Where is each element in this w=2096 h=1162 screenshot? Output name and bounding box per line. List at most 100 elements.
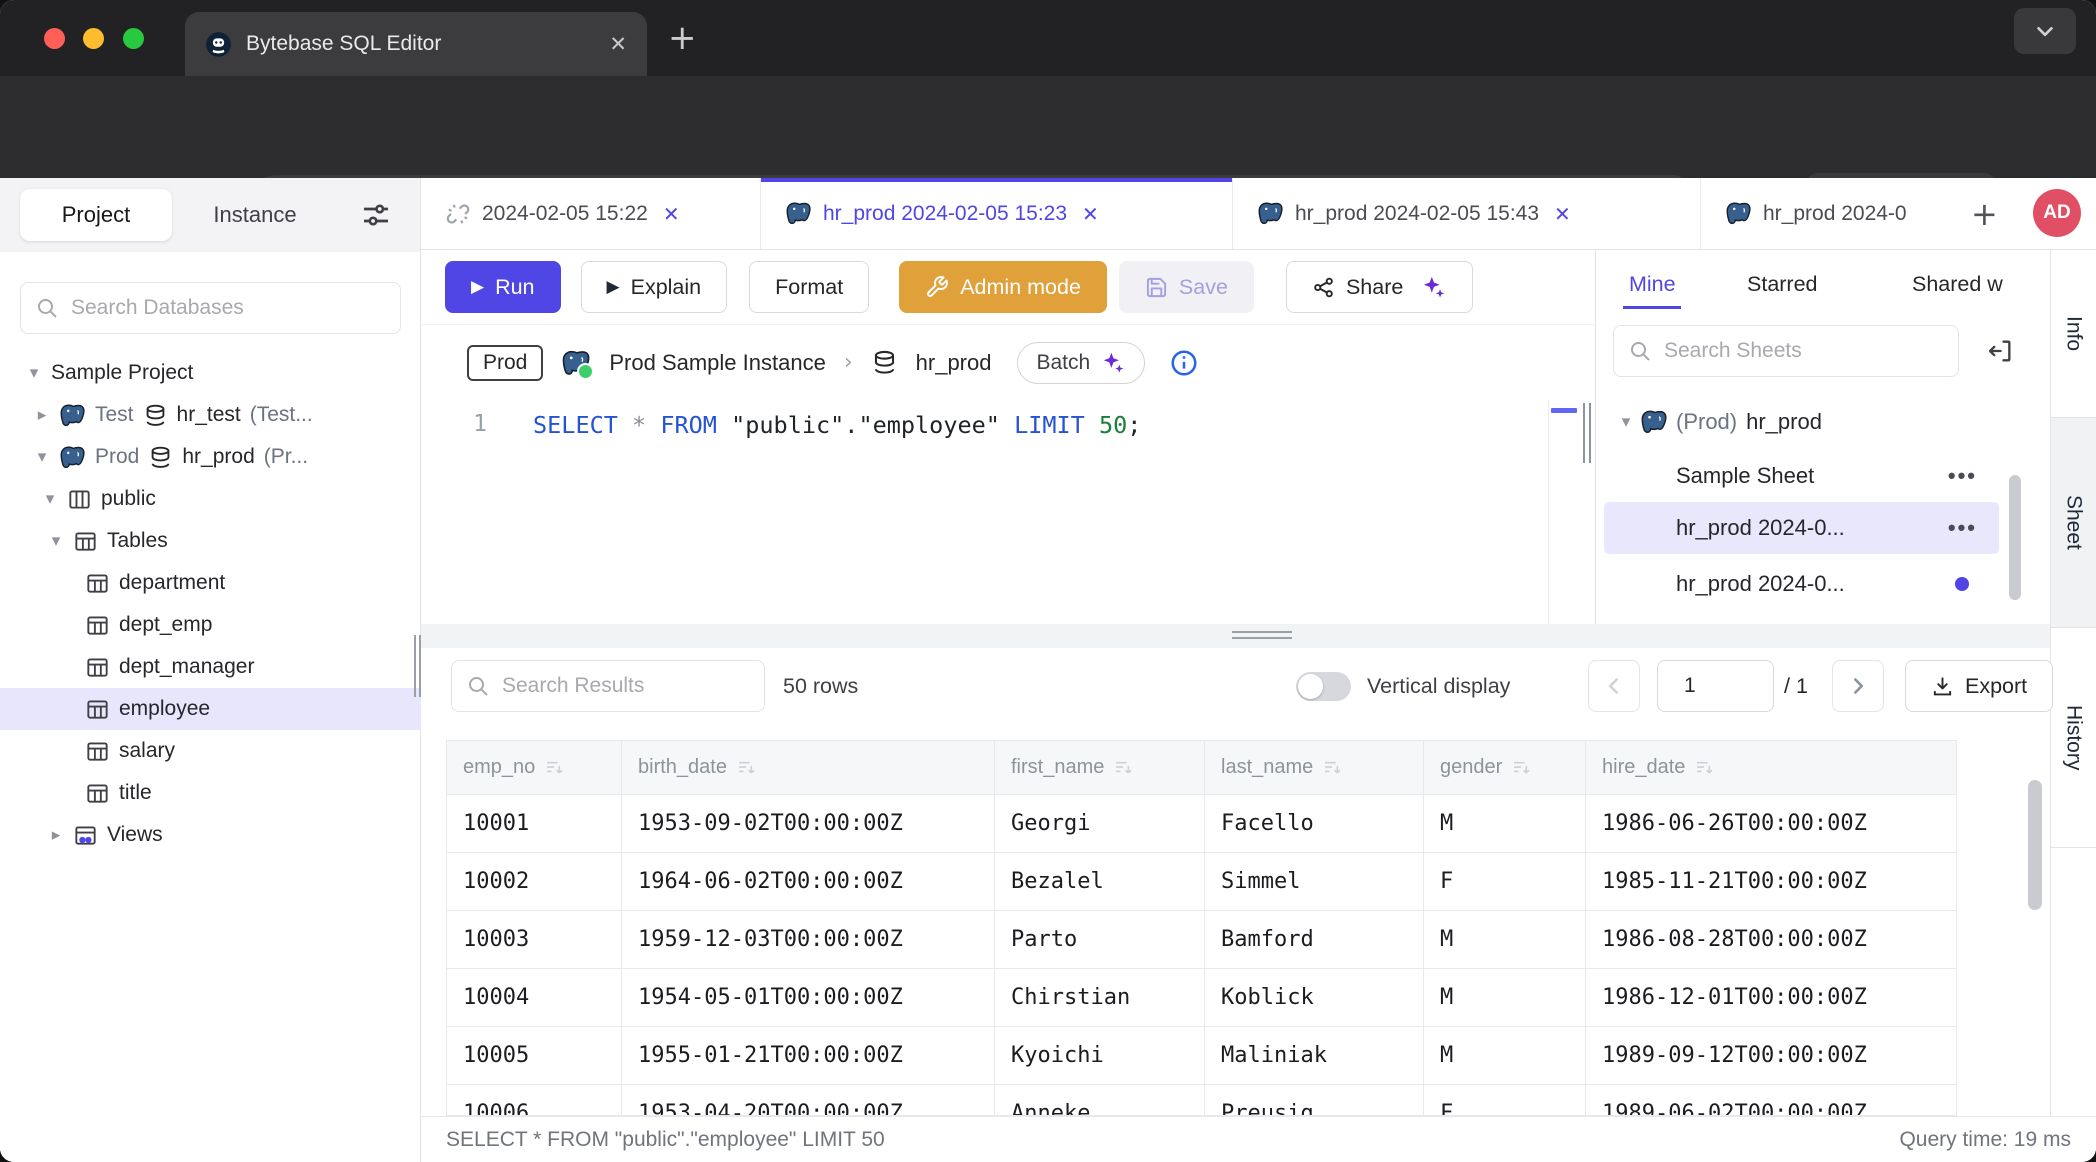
- sheet-list-scrollbar[interactable]: [2009, 475, 2021, 600]
- admin-mode-button[interactable]: Admin mode: [899, 261, 1107, 313]
- tree-item-db-hr-prod[interactable]: ▾ Prod hr_prod (Pr...: [0, 436, 421, 478]
- column-header[interactable]: last_name: [1205, 741, 1424, 795]
- sheets-tab-starred[interactable]: Starred: [1747, 262, 1818, 306]
- tree-item-views[interactable]: ▸ Views: [0, 814, 421, 856]
- cell[interactable]: 1986-12-01T00:00:00Z: [1586, 969, 1956, 1027]
- results-search-input[interactable]: [500, 673, 750, 699]
- tree-item-table-department[interactable]: department: [0, 562, 421, 604]
- cell[interactable]: 1989-06-02T00:00:00Z: [1586, 1085, 1956, 1116]
- sql-code-line[interactable]: SELECT * FROM "public"."employee" LIMIT …: [533, 411, 1141, 439]
- export-button[interactable]: Export: [1905, 660, 2053, 712]
- sheets-tab-shared[interactable]: Shared w: [1912, 262, 2003, 306]
- cell[interactable]: Anneke: [995, 1085, 1205, 1116]
- minimize-window-button[interactable]: [83, 28, 104, 49]
- database-name[interactable]: hr_prod: [916, 350, 992, 376]
- sort-icon[interactable]: [1113, 757, 1134, 778]
- cell[interactable]: F: [1424, 1085, 1586, 1116]
- tree-item-table-title[interactable]: title: [0, 772, 421, 814]
- table-row[interactable]: 10002 1964-06-02T00:00:00Z Bezalel Simme…: [447, 853, 1956, 911]
- cell[interactable]: 10005: [447, 1027, 622, 1085]
- tab-search-button[interactable]: [2014, 8, 2076, 54]
- sheets-tab-mine[interactable]: Mine: [1629, 262, 1676, 306]
- browser-tab[interactable]: Bytebase SQL Editor ✕: [185, 12, 647, 76]
- cell[interactable]: 1986-06-26T00:00:00Z: [1586, 795, 1956, 853]
- database-search[interactable]: [20, 282, 401, 334]
- caret-down-icon[interactable]: ▾: [48, 531, 64, 551]
- caret-down-icon[interactable]: ▾: [34, 447, 50, 467]
- new-tab-button[interactable]: +: [668, 18, 697, 58]
- format-button[interactable]: Format: [749, 261, 869, 313]
- close-sheet-tab-icon[interactable]: ✕: [1554, 202, 1571, 226]
- cell[interactable]: Parto: [995, 911, 1205, 969]
- cell[interactable]: 10003: [447, 911, 622, 969]
- column-header[interactable]: gender: [1424, 741, 1586, 795]
- batch-button[interactable]: Batch: [1017, 342, 1145, 384]
- database-search-input[interactable]: [69, 295, 386, 321]
- tree-item-project[interactable]: ▾ Sample Project: [0, 352, 421, 394]
- prev-page-button[interactable]: [1588, 660, 1640, 712]
- table-row[interactable]: 10004 1954-05-01T00:00:00Z Chirstian Kob…: [447, 969, 1956, 1027]
- sort-icon[interactable]: [1511, 757, 1532, 778]
- filter-settings-icon[interactable]: [360, 199, 392, 231]
- share-button[interactable]: Share: [1286, 261, 1473, 313]
- explain-button[interactable]: ▶ Explain: [581, 261, 728, 313]
- cell[interactable]: M: [1424, 911, 1586, 969]
- cell[interactable]: 1954-05-01T00:00:00Z: [622, 969, 995, 1027]
- tree-item-table-employee[interactable]: employee: [0, 688, 421, 730]
- sheet-tab-3[interactable]: hr_prod 2024-02-05 15:43 ✕: [1233, 178, 1701, 249]
- cell[interactable]: 10002: [447, 853, 622, 911]
- tree-item-table-salary[interactable]: salary: [0, 730, 421, 772]
- close-tab-icon[interactable]: ✕: [609, 32, 627, 56]
- collapse-panel-icon[interactable]: [1986, 337, 2014, 365]
- cell[interactable]: M: [1424, 795, 1586, 853]
- sheet-item[interactable]: hr_prod 2024-0...: [1604, 558, 1999, 610]
- caret-down-icon[interactable]: ▾: [1618, 412, 1634, 432]
- cell[interactable]: 1955-01-21T00:00:00Z: [622, 1027, 995, 1085]
- cell[interactable]: Facello: [1205, 795, 1424, 853]
- user-avatar[interactable]: AD: [2033, 189, 2081, 237]
- cell[interactable]: Bamford: [1205, 911, 1424, 969]
- tree-item-schema-public[interactable]: ▾ public: [0, 478, 421, 520]
- caret-down-icon[interactable]: ▾: [26, 363, 42, 383]
- cell[interactable]: M: [1424, 1027, 1586, 1085]
- sheet-item[interactable]: Sample Sheet •••: [1604, 450, 1999, 502]
- caret-down-icon[interactable]: ▾: [42, 489, 58, 509]
- sheet-tab-4[interactable]: hr_prod 2024-0: [1701, 178, 1969, 249]
- column-header[interactable]: birth_date: [622, 741, 995, 795]
- vertical-display-toggle[interactable]: [1296, 672, 1351, 701]
- results-scrollbar[interactable]: [2028, 780, 2042, 910]
- connection-info-icon[interactable]: [1169, 348, 1199, 378]
- cell[interactable]: 10006: [447, 1085, 622, 1116]
- sheet-search-input[interactable]: [1662, 338, 1944, 364]
- sort-icon[interactable]: [1322, 757, 1343, 778]
- cell[interactable]: 10004: [447, 969, 622, 1027]
- cell[interactable]: 1964-06-02T00:00:00Z: [622, 853, 995, 911]
- instance-name[interactable]: Prod Sample Instance: [609, 350, 825, 376]
- cell[interactable]: Georgi: [995, 795, 1205, 853]
- cell[interactable]: Koblick: [1205, 969, 1424, 1027]
- results-search[interactable]: [451, 660, 765, 712]
- tab-instance[interactable]: Instance: [190, 189, 320, 241]
- table-row[interactable]: 10003 1959-12-03T00:00:00Z Parto Bamford…: [447, 911, 1956, 969]
- tree-item-table-dept-emp[interactable]: dept_emp: [0, 604, 421, 646]
- save-button[interactable]: Save: [1119, 261, 1254, 313]
- caret-right-icon[interactable]: ▸: [34, 405, 50, 425]
- cell[interactable]: 1985-11-21T00:00:00Z: [1586, 853, 1956, 911]
- sheet-group-hr-prod[interactable]: ▾ (Prod) hr_prod: [1604, 396, 1999, 448]
- tree-item-db-hr-test[interactable]: ▸ Test hr_test (Test...: [0, 394, 421, 436]
- table-row-clipped[interactable]: 10006 1953-04-20T00:00:00Z Anneke Preusi…: [447, 1085, 1956, 1116]
- cell[interactable]: 1953-04-20T00:00:00Z: [622, 1085, 995, 1116]
- sheet-search[interactable]: [1613, 325, 1959, 377]
- rail-tab-history[interactable]: History: [2051, 628, 2096, 848]
- table-row[interactable]: 10005 1955-01-21T00:00:00Z Kyoichi Malin…: [447, 1027, 1956, 1085]
- next-page-button[interactable]: [1832, 660, 1884, 712]
- column-header[interactable]: hire_date: [1586, 741, 1956, 795]
- close-sheet-tab-icon[interactable]: ✕: [663, 202, 680, 226]
- sheet-item-selected[interactable]: hr_prod 2024-0... •••: [1604, 502, 1999, 554]
- new-sheet-tab-button[interactable]: +: [1971, 195, 1998, 233]
- cell[interactable]: M: [1424, 969, 1586, 1027]
- rail-tab-sheet[interactable]: Sheet: [2051, 418, 2096, 628]
- cell[interactable]: 10001: [447, 795, 622, 853]
- sort-icon[interactable]: [1694, 757, 1715, 778]
- caret-right-icon[interactable]: ▸: [48, 825, 64, 845]
